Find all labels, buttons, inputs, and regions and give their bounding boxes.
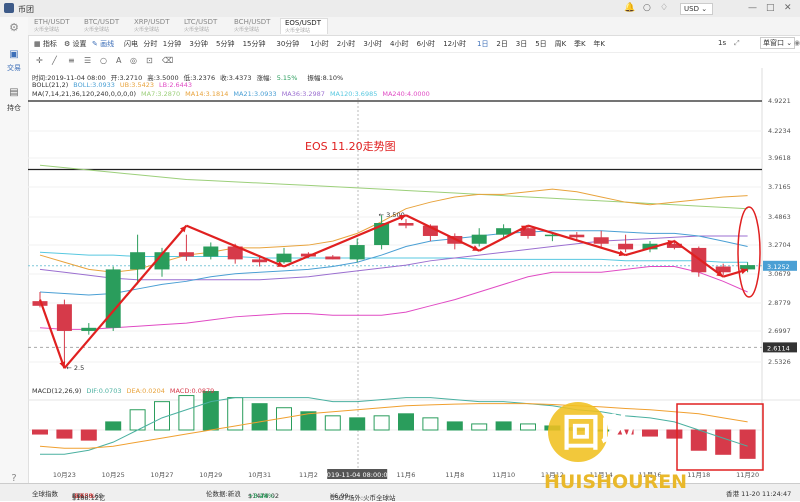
y-tick-label: 3.0679 xyxy=(768,270,791,278)
macd-bar xyxy=(105,421,122,431)
candle-body xyxy=(496,228,512,235)
low-label: ← 2.5 xyxy=(66,364,84,372)
macd-bar xyxy=(495,421,512,431)
macd-info: MACD(12,26,9) DIF:0.0703 DEA:0.0204 MACD:0.… xyxy=(32,387,215,395)
candle-body xyxy=(178,252,194,257)
watermark-text: HUISHOUREN xyxy=(544,471,687,490)
y-tick-label: 2.5326 xyxy=(768,358,791,366)
macd-bar xyxy=(324,415,341,431)
macd-bar xyxy=(178,395,195,431)
candle-body xyxy=(593,237,609,244)
x-tick-label: 11月6 xyxy=(397,471,416,479)
y-tick-label: 3.7165 xyxy=(768,183,791,191)
candle-body xyxy=(203,246,219,257)
x-tick-label: 11月10 xyxy=(492,471,515,479)
indicator-line-lb xyxy=(39,266,748,330)
candle-body xyxy=(130,252,146,270)
watermark-glyphs: 回收 xyxy=(562,411,638,455)
candle-body xyxy=(81,327,97,331)
y-tick-label: 3.9618 xyxy=(768,154,791,162)
candle-body xyxy=(105,269,121,328)
macd-bar xyxy=(349,417,366,431)
macd-bar xyxy=(56,429,73,439)
x-tick-label: 10月29 xyxy=(199,471,222,479)
candle-body xyxy=(618,243,634,250)
macd-bar xyxy=(80,429,97,441)
y-tick-label: 2.6997 xyxy=(768,327,791,335)
macd-bar xyxy=(422,417,439,431)
candle-body xyxy=(276,253,292,263)
candle-body xyxy=(569,234,585,238)
macd-bar xyxy=(202,391,219,431)
candle-body xyxy=(349,245,365,260)
macd-bar xyxy=(471,423,488,431)
x-tick-label: 10月23 xyxy=(53,471,76,479)
last-price-text: 3.1252 xyxy=(767,263,790,271)
annotation: EOS 11.20走势图 xyxy=(305,140,396,153)
macd-bar xyxy=(520,423,536,431)
y-tick-label: 3.2704 xyxy=(768,241,791,249)
macd-bar xyxy=(251,403,268,431)
market-source: 伦数据:新浪 xyxy=(206,490,241,498)
x-tick-label: 10月25 xyxy=(102,471,125,479)
x-tick-label: 2019-11-04 08:00:00 xyxy=(323,471,392,479)
trend-arrow xyxy=(63,224,188,369)
macd-bar xyxy=(446,421,463,431)
candle-body xyxy=(325,256,341,260)
candle-body xyxy=(715,266,731,273)
macd-bar xyxy=(32,429,48,435)
y-tick-label: 2.8779 xyxy=(768,299,791,307)
y-tick-label: 3.4863 xyxy=(768,213,791,221)
low-price-text: 2.6114 xyxy=(767,344,790,352)
candle-body xyxy=(471,234,487,244)
x-tick-label: 11月2 xyxy=(299,471,318,479)
indicator-line-ma240 xyxy=(39,251,748,263)
global-index[interactable]: 全球指数 xyxy=(32,488,58,498)
x-tick-label: 10月27 xyxy=(150,471,173,479)
indicator-line-ub xyxy=(39,188,748,273)
macd-bar xyxy=(398,413,414,431)
x-tick-label: 10月31 xyxy=(248,471,271,479)
macd-bar xyxy=(373,415,390,431)
x-tick-label: 11月8 xyxy=(445,471,464,479)
y-tick-label: 4.2234 xyxy=(768,127,791,135)
indicator-line-mid xyxy=(39,230,748,296)
y-tick-label: 4.9221 xyxy=(768,97,791,105)
candle-body xyxy=(252,259,268,263)
highlight-ellipse xyxy=(737,206,761,298)
watermark: 回收 HUISHOUREN xyxy=(540,400,740,493)
candle-body xyxy=(398,223,414,226)
candle-body xyxy=(56,304,72,331)
